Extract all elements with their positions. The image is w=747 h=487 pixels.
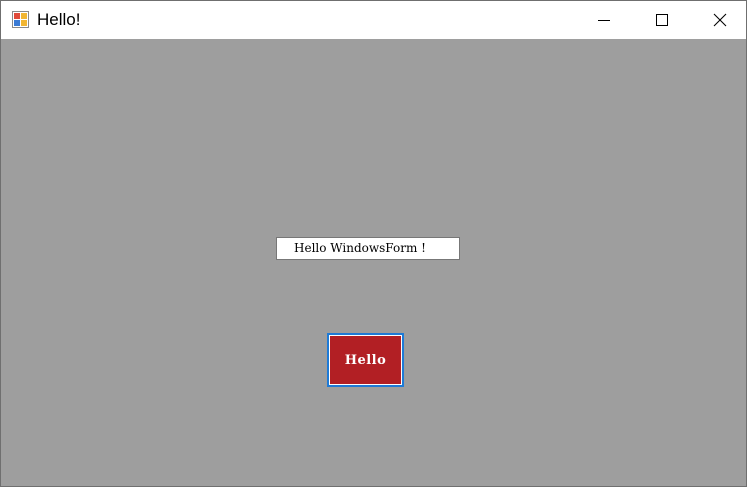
hello-label: Hello WindowsForm ! xyxy=(276,237,460,260)
winforms-app-icon xyxy=(12,11,29,28)
window-title: Hello! xyxy=(37,10,81,29)
hello-button-label: Hello xyxy=(330,336,401,384)
hello-button[interactable]: Hello xyxy=(327,333,404,387)
minimize-icon xyxy=(598,20,610,21)
title-bar[interactable]: Hello! xyxy=(1,1,746,39)
form-client-area: Hello WindowsForm ! Hello xyxy=(1,39,746,486)
app-window: Hello! Hello WindowsForm ! Hello xyxy=(0,0,747,487)
close-icon xyxy=(713,13,727,27)
close-button[interactable] xyxy=(691,1,746,39)
maximize-icon xyxy=(656,14,668,26)
maximize-button[interactable] xyxy=(633,1,691,39)
minimize-button[interactable] xyxy=(575,1,633,39)
